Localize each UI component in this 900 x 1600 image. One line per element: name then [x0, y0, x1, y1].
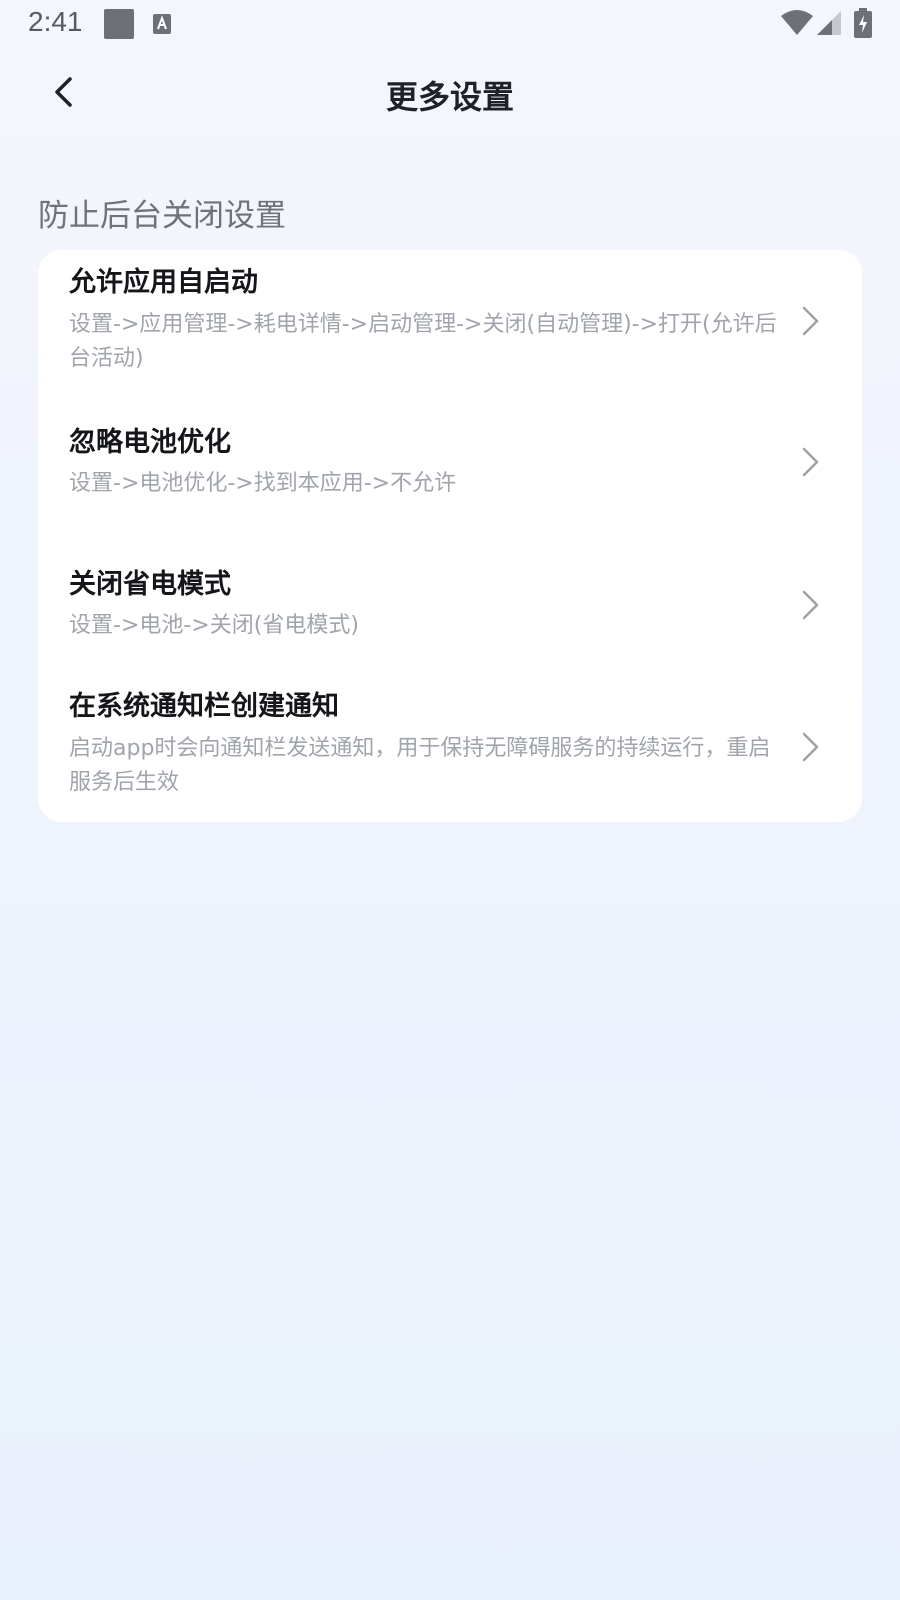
item-title: 关闭省电模式 [69, 569, 231, 600]
section-title: 防止后台关闭设置 [38, 198, 286, 234]
autostart-item[interactable]: 允许应用自启动 设置->应用管理->耗电详情->启动管理->关闭(自动管理)->… [38, 250, 862, 390]
item-description: 设置->电池->关闭(省电模式) [69, 613, 359, 638]
page-title: 更多设置 [385, 78, 514, 116]
item-description: 启动app时会向通知栏发送通知，用于保持无障碍服务的持续运行，重启服务后生效 [69, 736, 771, 795]
item-title: 忽略电池优化 [69, 427, 231, 458]
item-description: 设置->电池优化->找到本应用->不允许 [69, 471, 457, 496]
item-description: 设置->应用管理->耗电详情->启动管理->关闭(自动管理)->打开(允许后台活… [69, 312, 777, 371]
item-title: 在系统通知栏创建通知 [69, 691, 339, 722]
chevron-right-icon [802, 306, 819, 336]
chevron-right-icon [802, 590, 819, 620]
settings-card: 允许应用自启动 设置->应用管理->耗电详情->启动管理->关闭(自动管理)->… [38, 250, 862, 822]
chevron-right-icon [802, 732, 819, 762]
notification-bar-item[interactable]: 在系统通知栏创建通知 启动app时会向通知栏发送通知，用于保持无障碍服务的持续运… [38, 674, 862, 822]
ignore-battery-optimization-item[interactable]: 忽略电池优化 设置->电池优化->找到本应用->不允许 [38, 390, 862, 532]
app-bar: 更多设置 [0, 60, 900, 120]
notification-square-icon [104, 9, 134, 39]
signal-icon [817, 11, 841, 35]
wifi-icon [781, 10, 813, 35]
keyboard-a-icon [153, 14, 171, 34]
item-title: 允许应用自启动 [69, 267, 258, 298]
battery-charging-icon [854, 8, 872, 38]
chevron-right-icon [802, 447, 819, 477]
status-time: 2:41 [28, 6, 83, 37]
status-bar: 2:41 [0, 0, 900, 48]
power-saving-mode-item[interactable]: 关闭省电模式 设置->电池->关闭(省电模式) [38, 532, 862, 674]
